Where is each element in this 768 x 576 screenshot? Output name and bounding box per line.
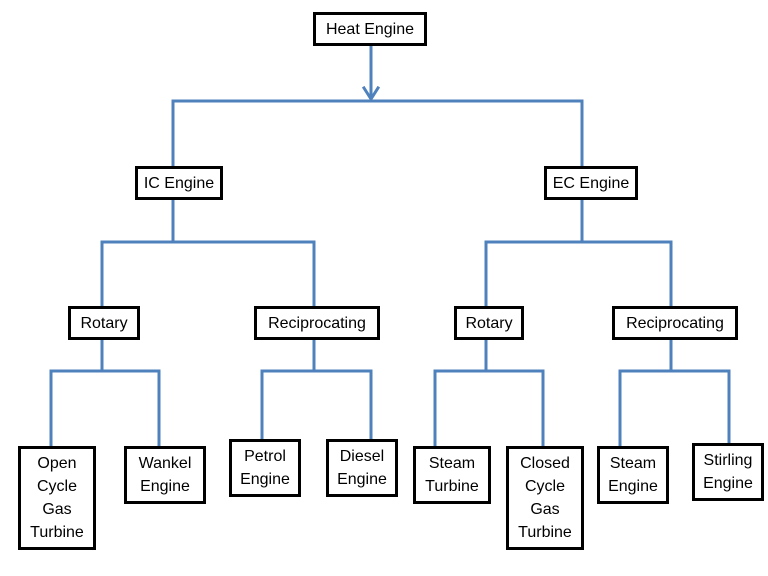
node-label: Reciprocating bbox=[626, 314, 724, 332]
node-ic-engine: IC Engine bbox=[135, 166, 223, 200]
node-ic-reciprocating: Reciprocating bbox=[254, 306, 380, 340]
node-heat-engine: Heat Engine bbox=[313, 12, 427, 46]
node-label: Petrol Engine bbox=[240, 448, 290, 488]
node-label: Steam Engine bbox=[608, 455, 658, 495]
node-label: Reciprocating bbox=[268, 314, 366, 332]
node-closed-cycle-gas-turbine: Closed Cycle Gas Turbine bbox=[506, 446, 584, 550]
node-label: Stirling Engine bbox=[703, 452, 753, 492]
node-label: IC Engine bbox=[143, 174, 215, 192]
node-diesel-engine: Diesel Engine bbox=[326, 439, 398, 497]
node-label: Open Cycle Gas Turbine bbox=[30, 455, 84, 541]
node-open-cycle-gas-turbine: Open Cycle Gas Turbine bbox=[18, 446, 96, 550]
node-steam-engine: Steam Engine bbox=[597, 446, 669, 504]
node-ec-reciprocating: Reciprocating bbox=[612, 306, 738, 340]
node-label: Diesel Engine bbox=[337, 448, 387, 488]
node-label: Heat Engine bbox=[325, 20, 415, 38]
node-ec-rotary: Rotary bbox=[454, 306, 524, 340]
node-wankel-engine: Wankel Engine bbox=[124, 446, 206, 504]
node-petrol-engine: Petrol Engine bbox=[229, 439, 301, 497]
node-label: Steam Turbine bbox=[425, 455, 479, 495]
node-label: Wankel Engine bbox=[138, 455, 192, 495]
node-label: Rotary bbox=[80, 314, 128, 332]
node-ic-rotary: Rotary bbox=[68, 306, 140, 340]
node-label: Rotary bbox=[465, 314, 513, 332]
node-label: EC Engine bbox=[552, 174, 630, 192]
node-stirling-engine: Stirling Engine bbox=[692, 443, 764, 501]
node-label: Closed Cycle Gas Turbine bbox=[518, 455, 572, 541]
node-ec-engine: EC Engine bbox=[544, 166, 638, 200]
node-steam-turbine: Steam Turbine bbox=[413, 446, 491, 504]
